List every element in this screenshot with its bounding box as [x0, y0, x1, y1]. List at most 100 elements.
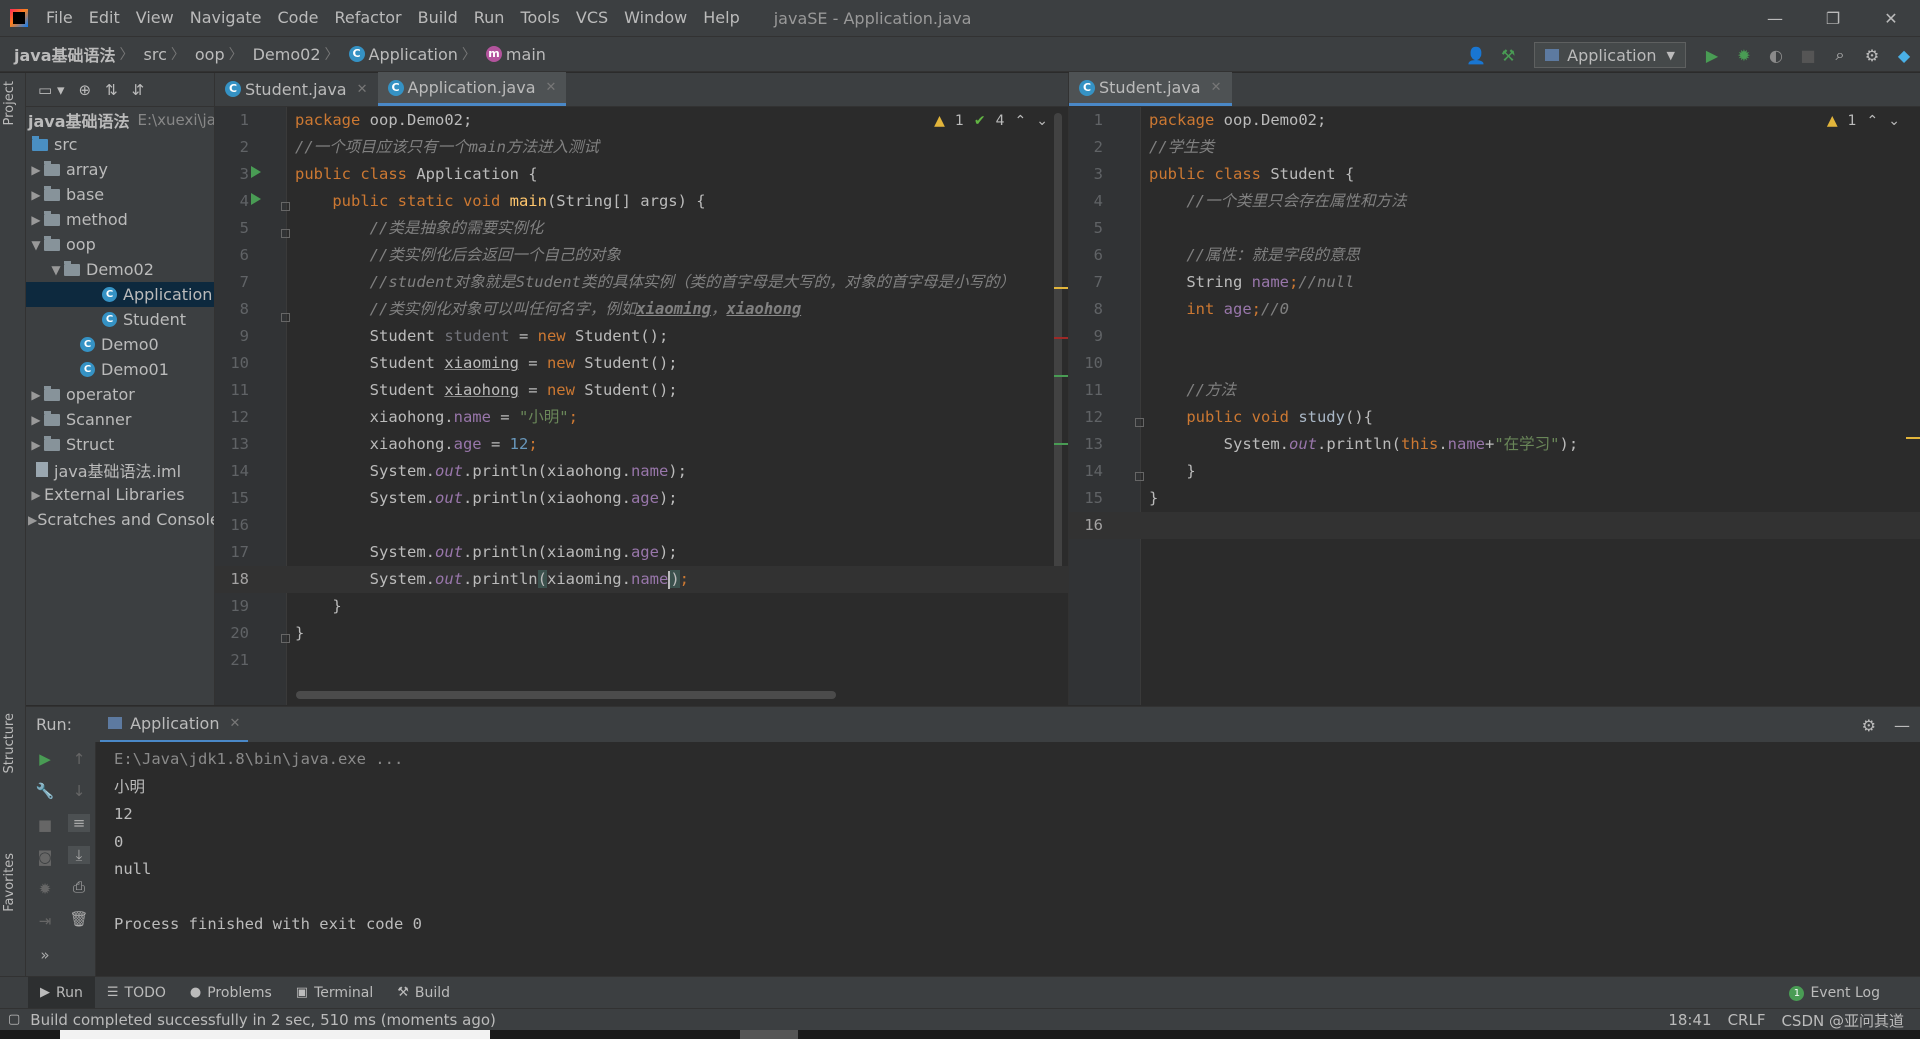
breadcrumb-application[interactable]: C Application [339, 45, 462, 64]
menu-view[interactable]: View [128, 0, 182, 36]
trash-icon[interactable]: 🗑 [68, 910, 90, 928]
taskbar-search[interactable] [60, 1030, 490, 1039]
wrench-icon[interactable]: 🔧 [34, 782, 56, 800]
event-log-button[interactable]: 1 Event Log [1789, 977, 1880, 1009]
close-window-button[interactable]: ✕ [1862, 0, 1920, 36]
menu-refactor[interactable]: Refactor [326, 0, 409, 36]
menu-build[interactable]: Build [410, 0, 466, 36]
chevron-right-icon[interactable]: ▶ [28, 513, 37, 527]
tree-item-src[interactable]: src [26, 132, 214, 157]
breadcrumb-oop[interactable]: oop [185, 45, 229, 64]
tree-item-operator[interactable]: ▶ operator [26, 382, 214, 407]
menu-edit[interactable]: Edit [81, 0, 128, 36]
camera-icon[interactable]: ◙ [34, 848, 56, 866]
restore-button[interactable]: ❐ [1804, 0, 1862, 36]
run-icon[interactable]: ▶ [1696, 37, 1728, 73]
tab-terminal[interactable]: ▣ Terminal [284, 977, 385, 1009]
tree-item-oop[interactable]: ▼ oop [26, 232, 214, 257]
tree-item-method[interactable]: ▶ method [26, 207, 214, 232]
chevron-right-icon[interactable]: ▶ [28, 488, 44, 502]
menu-code[interactable]: Code [270, 0, 327, 36]
stop-icon[interactable]: ■ [1792, 37, 1824, 73]
menu-window[interactable]: Window [616, 0, 695, 36]
chevron-down-icon[interactable]: ▼ [48, 263, 64, 277]
toolbox-icon[interactable]: ◆ [1888, 37, 1920, 73]
close-icon[interactable]: ✕ [1211, 80, 1222, 95]
horizontal-scrollbar[interactable] [296, 691, 836, 699]
debug-icon[interactable]: ✹ [34, 880, 56, 898]
gear-icon[interactable]: ⚙ [1856, 37, 1888, 73]
tree-item-demo01[interactable]: C Demo01 [26, 357, 214, 382]
gear-icon[interactable]: ⚙ [1862, 716, 1876, 735]
code-editor[interactable]: ▲ 1 ⌃ ⌄ 1 package oop.Demo02; 2//学生类 3 publi… [1069, 107, 1920, 705]
user-icon[interactable]: 👤 [1460, 37, 1492, 73]
menu-vcs[interactable]: VCS [568, 0, 616, 36]
favorites-tool-tab[interactable]: Favorites [2, 853, 17, 912]
arrow-down-icon[interactable]: ↓ [68, 782, 90, 800]
tree-item-struct[interactable]: ▶ Struct [26, 432, 214, 457]
tab-student-java[interactable]: C Student.java ✕ [215, 72, 378, 106]
chevron-right-icon[interactable]: ▶ [28, 388, 44, 402]
project-tool-tab[interactable]: Project [2, 81, 17, 125]
tree-item-array[interactable]: ▶ array [26, 157, 214, 182]
tree-item-external-libraries[interactable]: ▶ External Libraries [26, 482, 214, 507]
menu-file[interactable]: File [38, 0, 81, 36]
close-icon[interactable]: ✕ [546, 80, 557, 95]
structure-tool-tab[interactable]: Structure [2, 713, 17, 773]
line-separator[interactable]: CRLF [1728, 1011, 1766, 1029]
chevron-right-icon[interactable]: ▶ [28, 213, 44, 227]
chevron-right-icon[interactable]: ▶ [28, 438, 44, 452]
code-editor[interactable]: ▲ 1 ✔ 4 ⌃ ⌄ 1 package oop.Demo02; 2//一个项目应该只… [215, 107, 1068, 705]
more-icon[interactable]: » [34, 946, 56, 964]
tab-student-java[interactable]: C Student.java ✕ [1069, 72, 1232, 106]
tab-application-java[interactable]: C Application.java ✕ [377, 72, 567, 106]
tree-item-scanner[interactable]: ▶ Scanner [26, 407, 214, 432]
console-output[interactable]: E:\Java\jdk1.8\bin\java.exe ... 小明 12 0 … [114, 746, 422, 939]
print-icon[interactable]: ⎙ [68, 878, 90, 896]
tree-item-application[interactable]: C Application [26, 282, 214, 307]
menu-run[interactable]: Run [466, 0, 513, 36]
tab-todo[interactable]: ☰ TODO [95, 977, 178, 1009]
project-view-icon[interactable]: ▭ ▾ [38, 81, 64, 99]
menu-tools[interactable]: Tools [512, 0, 567, 36]
breadcrumb-src[interactable]: src [134, 45, 171, 64]
expand-all-icon[interactable]: ⇅ [105, 81, 118, 99]
collapse-all-icon[interactable]: ⇵ [132, 81, 145, 99]
tree-root[interactable]: java基础语法 E:\xuexi\jav [26, 107, 214, 132]
minimize-button[interactable]: — [1746, 0, 1804, 36]
menu-navigate[interactable]: Navigate [182, 0, 270, 36]
debug-icon[interactable]: ✹ [1728, 37, 1760, 73]
tree-item-demo02[interactable]: ▼ Demo02 [26, 257, 214, 282]
panel-toggle-icon[interactable]: ▢ [8, 1012, 20, 1027]
chevron-right-icon[interactable]: ▶ [28, 413, 44, 427]
chevron-down-icon[interactable]: ▼ [28, 238, 44, 252]
tab-build[interactable]: ⚒ Build [385, 977, 462, 1009]
breadcrumb-project[interactable]: java基础语法 [0, 42, 120, 66]
menu-help[interactable]: Help [695, 0, 747, 36]
rerun-icon[interactable]: ▶ [34, 750, 56, 768]
tree-item-iml[interactable]: java基础语法.iml [26, 457, 214, 482]
hide-panel-icon[interactable]: — [1894, 716, 1910, 735]
close-icon[interactable]: ✕ [229, 716, 240, 731]
tab-problems[interactable]: ● Problems [178, 977, 284, 1009]
search-icon[interactable]: ⌕ [1824, 37, 1856, 73]
taskbar-item[interactable] [740, 1030, 798, 1039]
tree-item-scratches[interactable]: ▶ Scratches and Consoles [26, 507, 214, 532]
build-hammer-icon[interactable]: ⚒ [1492, 37, 1524, 73]
tree-item-demo0[interactable]: C Demo0 [26, 332, 214, 357]
stop-icon[interactable]: ■ [34, 816, 56, 834]
soft-wrap-icon[interactable]: ≡ [68, 814, 90, 832]
run-tab-application[interactable]: Application ✕ [100, 707, 249, 743]
exit-icon[interactable]: ⇥ [34, 912, 56, 930]
chevron-right-icon[interactable]: ▶ [28, 188, 44, 202]
breadcrumb-main[interactable]: m main [476, 45, 550, 64]
caret-position[interactable]: 18:41 [1668, 1011, 1711, 1029]
close-icon[interactable]: ✕ [357, 82, 368, 97]
tree-item-student[interactable]: C Student [26, 307, 214, 332]
scroll-to-end-icon[interactable]: ⤓ [68, 846, 90, 864]
coverage-icon[interactable]: ◐ [1760, 37, 1792, 73]
locate-icon[interactable]: ⊕ [78, 81, 91, 99]
tab-run[interactable]: ▶ Run [28, 976, 95, 1009]
tree-item-base[interactable]: ▶ base [26, 182, 214, 207]
arrow-up-icon[interactable]: ↑ [68, 750, 90, 768]
